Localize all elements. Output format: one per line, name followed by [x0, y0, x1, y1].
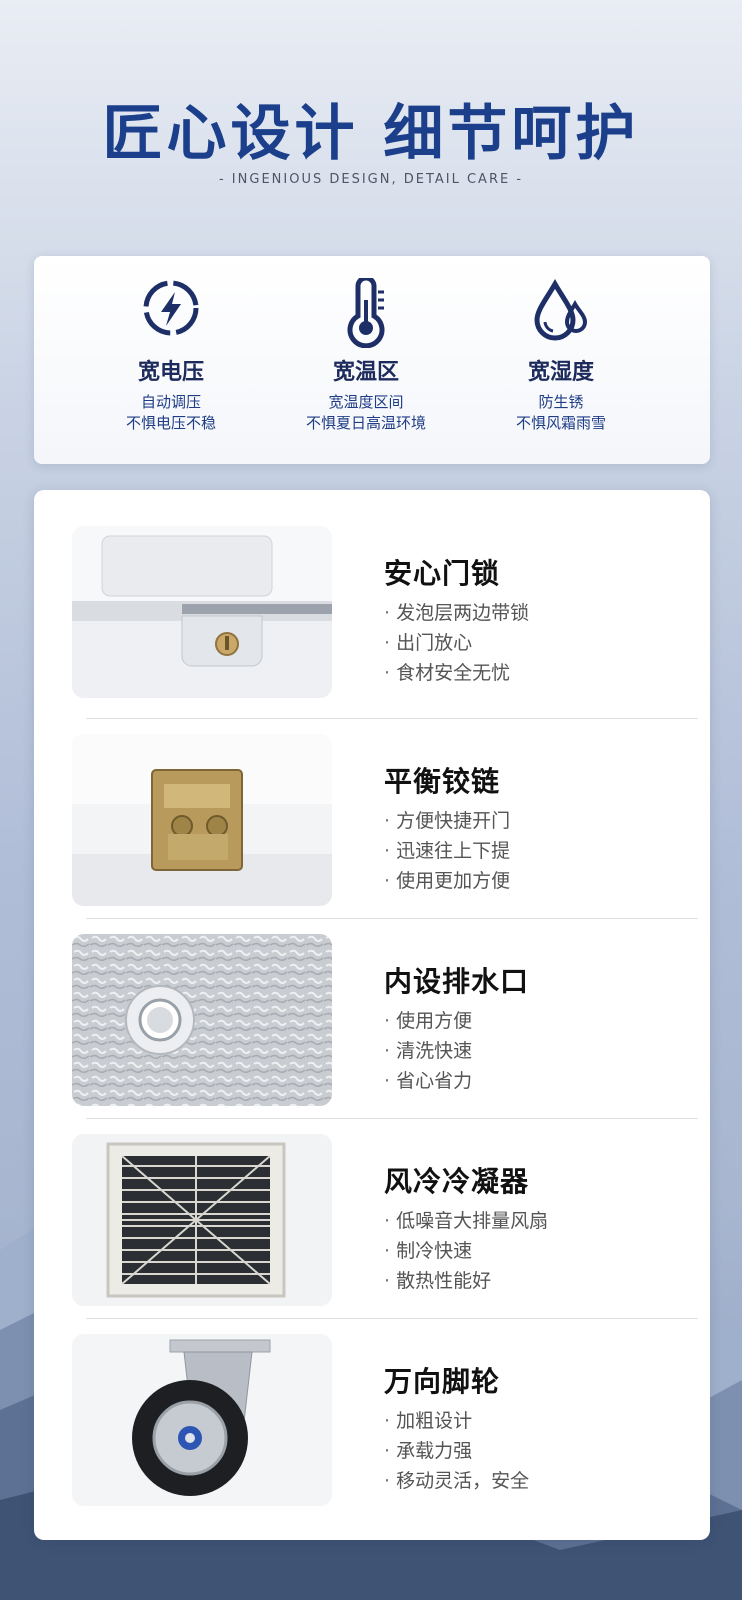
detail-bullet: 发泡层两边带锁 — [384, 598, 529, 628]
detail-bullet: 制冷快速 — [384, 1236, 548, 1266]
feature-desc-line: 防生锈 — [538, 393, 584, 411]
condenser-fan-image — [72, 1134, 332, 1306]
divider — [86, 918, 698, 919]
thermometer-icon — [334, 275, 398, 349]
detail-title: 平衡铰链 — [384, 765, 501, 798]
detail-bullet: 出门放心 — [384, 628, 529, 658]
detail-bullet: 低噪音大排量风扇 — [384, 1206, 548, 1236]
detail-title: 风冷冷凝器 — [384, 1165, 530, 1198]
detail-row-drain: 内设排水口 使用方便 清洗快速 省心省力 — [34, 934, 710, 1110]
feature-temperature: 宽温区 宽温度区间 不惧夏日高温环境 — [266, 275, 466, 434]
water-drops-icon — [529, 278, 593, 348]
detail-bullet: 散热性能好 — [384, 1266, 548, 1296]
detail-title: 万向脚轮 — [384, 1365, 501, 1398]
feature-desc-line: 不惧夏日高温环境 — [305, 414, 426, 432]
feature-desc-line: 不惧电压不稳 — [125, 414, 216, 432]
divider — [86, 1118, 698, 1119]
page-title: 匠心设计 细节呵护 — [102, 99, 640, 169]
caster-wheel-image — [72, 1334, 332, 1506]
detail-bullet: 移动灵活，安全 — [384, 1466, 529, 1496]
voltage-icon — [139, 278, 203, 348]
feature-title: 宽湿度 — [527, 360, 594, 385]
detail-bullets: 方便快捷开门 迅速往上下提 使用更加方便 — [384, 806, 510, 896]
divider — [86, 1318, 698, 1319]
feature-title: 宽温区 — [332, 360, 399, 385]
divider — [86, 718, 698, 719]
feature-humidity: 宽湿度 防生锈 不惧风霜雨雪 — [461, 278, 661, 434]
feature-desc-line: 不惧风霜雨雪 — [515, 414, 606, 432]
feature-desc-line: 宽温度区间 — [328, 393, 404, 411]
detail-bullet: 食材安全无忧 — [384, 658, 529, 688]
feature-title: 宽电压 — [137, 360, 204, 385]
detail-row-condenser: 风冷冷凝器 低噪音大排量风扇 制冷快速 散热性能好 — [34, 1134, 710, 1310]
detail-bullets: 使用方便 清洗快速 省心省力 — [384, 1006, 472, 1096]
detail-bullet: 使用更加方便 — [384, 866, 510, 896]
detail-card: 安心门锁 发泡层两边带锁 出门放心 食材安全无忧 平衡铰链 方便快捷开门 迅速往… — [34, 490, 710, 1540]
feature-panel: 宽电压 自动调压 不惧电压不稳 宽温区 宽温度区间 不惧夏日高温环境 宽湿度 防… — [34, 256, 710, 464]
detail-bullet: 使用方便 — [384, 1006, 472, 1036]
detail-title: 内设排水口 — [384, 965, 530, 998]
detail-title: 安心门锁 — [384, 557, 501, 590]
detail-row-door-lock: 安心门锁 发泡层两边带锁 出门放心 食材安全无忧 — [34, 526, 710, 702]
detail-bullet: 加粗设计 — [384, 1406, 529, 1436]
detail-bullet: 方便快捷开门 — [384, 806, 510, 836]
hinge-image — [72, 734, 332, 906]
page-subtitle: - INGENIOUS DESIGN, DETAIL CARE - — [218, 172, 524, 187]
detail-bullets: 加粗设计 承载力强 移动灵活，安全 — [384, 1406, 529, 1496]
detail-bullet: 省心省力 — [384, 1066, 472, 1096]
detail-bullets: 低噪音大排量风扇 制冷快速 散热性能好 — [384, 1206, 548, 1296]
feature-voltage: 宽电压 自动调压 不惧电压不稳 — [71, 278, 271, 434]
detail-bullet: 清洗快速 — [384, 1036, 472, 1066]
detail-bullet: 承载力强 — [384, 1436, 529, 1466]
drain-outlet-image — [72, 934, 332, 1106]
detail-bullets: 发泡层两边带锁 出门放心 食材安全无忧 — [384, 598, 529, 688]
detail-bullet: 迅速往上下提 — [384, 836, 510, 866]
door-lock-image — [72, 526, 332, 698]
detail-row-hinge: 平衡铰链 方便快捷开门 迅速往上下提 使用更加方便 — [34, 734, 710, 910]
detail-row-caster: 万向脚轮 加粗设计 承载力强 移动灵活，安全 — [34, 1334, 710, 1510]
feature-desc-line: 自动调压 — [140, 393, 201, 411]
